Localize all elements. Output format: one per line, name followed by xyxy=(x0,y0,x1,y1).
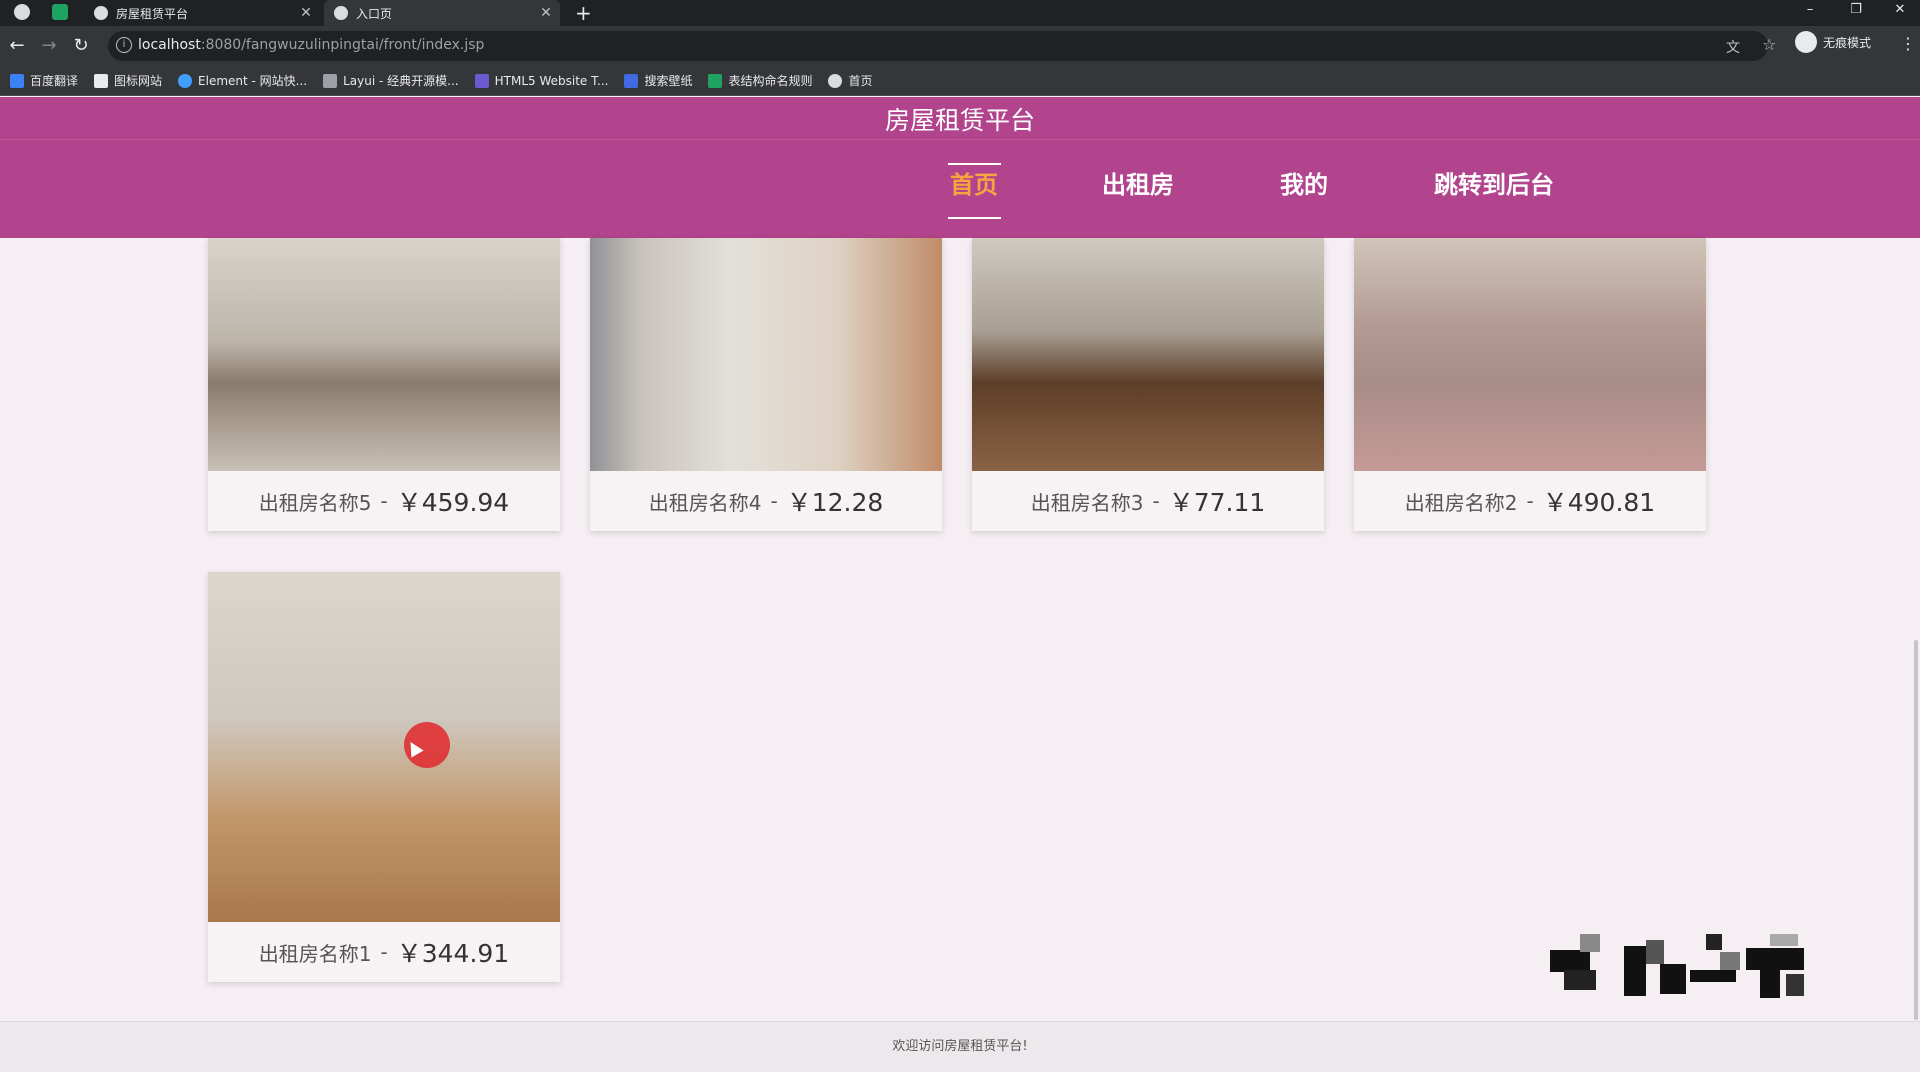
bookmark-item[interactable]: Element - 网站快... xyxy=(178,72,307,89)
listing-card[interactable]: 出租房名称2 - ￥490.81 xyxy=(1354,238,1706,531)
tab-title: 房屋租赁平台 xyxy=(116,6,189,21)
nav-mine[interactable]: 我的 xyxy=(1280,165,1328,200)
site-info-icon[interactable]: i xyxy=(116,37,132,53)
listing-separator: - xyxy=(380,940,388,964)
close-tab-icon[interactable]: ✕ xyxy=(296,5,316,21)
bookmark-label: HTML5 Website T... xyxy=(494,73,609,88)
more-menu-icon[interactable]: ⋮ xyxy=(1900,34,1916,53)
listing-price: ￥459.94 xyxy=(396,488,510,517)
site-footer: 欢迎访问房屋租赁平台! xyxy=(0,1021,1920,1072)
page-scrollbar[interactable] xyxy=(1914,640,1918,1020)
listing-price: ￥344.91 xyxy=(396,939,510,968)
chrome-menu-icon[interactable] xyxy=(14,4,30,20)
globe-icon xyxy=(94,6,108,20)
nav-admin[interactable]: 跳转到后台 xyxy=(1434,165,1554,200)
listing-caption: 出租房名称5 - ￥459.94 xyxy=(208,471,560,531)
bookmark-item[interactable]: 搜索壁纸 xyxy=(624,72,692,89)
listing-card[interactable]: 出租房名称3 - ￥77.11 xyxy=(972,238,1324,531)
star-icon[interactable]: ☆ xyxy=(1762,35,1776,54)
listing-card[interactable]: 出租房名称5 - ￥459.94 xyxy=(208,238,560,531)
restore-button[interactable]: ❐ xyxy=(1836,0,1876,22)
incognito-icon xyxy=(1795,31,1817,53)
active-nav-indicator-bottom xyxy=(948,217,1001,219)
listing-separator: - xyxy=(380,489,388,513)
listing-caption: 出租房名称4 - ￥12.28 xyxy=(590,471,942,531)
listing-price: ￥490.81 xyxy=(1542,488,1656,517)
url-path: :8080/fangwuzulinpingtai/front/index.jsp xyxy=(200,37,485,53)
bookmark-label: 首页 xyxy=(848,74,873,88)
bookmark-label: 搜索壁纸 xyxy=(644,74,693,88)
browser-tab-strip: 房屋租赁平台 ✕ 入口页 ✕ + – ❐ ✕ xyxy=(0,0,1920,26)
listing-caption: 出租房名称2 - ￥490.81 xyxy=(1354,471,1706,531)
translate-icon[interactable]: 文 xyxy=(1726,37,1740,57)
nav-rentals[interactable]: 出租房 xyxy=(1102,165,1174,200)
listing-photo[interactable] xyxy=(208,572,560,922)
bookmarks-bar: 百度翻译 图标网站 Element - 网站快... Layui - 经典开源模… xyxy=(0,66,1920,96)
bookmark-item[interactable]: 图标网站 xyxy=(94,72,162,89)
globe-icon xyxy=(828,73,843,88)
bookmark-item[interactable]: HTML5 Website T... xyxy=(474,73,609,88)
bookmark-item[interactable]: 表结构命名规则 xyxy=(708,72,812,89)
header-divider xyxy=(0,139,1920,140)
listing-separator: - xyxy=(770,489,778,513)
listing-name: 出租房名称1 xyxy=(258,941,372,966)
back-icon[interactable]: ← xyxy=(6,35,28,57)
site-header: 房屋租赁平台 首页 出租房 我的 跳转到后台 xyxy=(0,97,1920,238)
layui-icon xyxy=(323,73,338,88)
browser-toolbar: ← → ↻ i localhost:8080/fangwuzulinpingta… xyxy=(0,26,1920,66)
listing-separator: - xyxy=(1152,489,1160,513)
close-tab-icon[interactable]: ✕ xyxy=(536,5,556,21)
new-tab-button[interactable]: + xyxy=(575,1,592,25)
listing-separator: - xyxy=(1526,489,1534,513)
element-icon xyxy=(178,73,193,88)
listing-card[interactable]: 出租房名称1 - ￥344.91 xyxy=(208,572,560,982)
listing-price: ￥77.11 xyxy=(1168,488,1266,517)
minimize-button[interactable]: – xyxy=(1790,0,1830,22)
tab-title: 入口页 xyxy=(356,6,393,21)
listing-photo[interactable] xyxy=(1354,238,1706,471)
listing-card[interactable]: 出租房名称4 - ￥12.28 xyxy=(590,238,942,531)
incognito-profile[interactable]: 无痕模式 xyxy=(1795,31,1871,53)
bookmark-label: 图标网站 xyxy=(114,74,163,88)
address-bar[interactable]: i localhost:8080/fangwuzulinpingtai/fron… xyxy=(108,31,1776,61)
flag-icon xyxy=(94,73,109,88)
wallpaper-search-icon xyxy=(624,73,639,88)
profile-label: 无痕模式 xyxy=(1823,35,1872,50)
listing-name: 出租房名称4 xyxy=(648,490,762,515)
address-url[interactable]: localhost:8080/fangwuzulinpingtai/front/… xyxy=(138,37,484,53)
globe-icon xyxy=(334,6,348,20)
forward-icon[interactable]: → xyxy=(38,35,60,57)
reload-icon[interactable]: ↻ xyxy=(70,35,92,57)
bookmark-label: Layui - 经典开源模... xyxy=(343,74,459,88)
bookmark-label: 百度翻译 xyxy=(30,74,79,88)
bookmark-item[interactable]: Layui - 经典开源模... xyxy=(323,72,459,89)
bookmark-item[interactable]: 百度翻译 xyxy=(10,72,78,89)
bookmark-label: 表结构命名规则 xyxy=(728,74,813,88)
sheet-icon xyxy=(708,73,723,88)
tab-rental-platform[interactable]: 房屋租赁平台 ✕ xyxy=(84,0,320,26)
bookmark-label: Element - 网站快... xyxy=(198,74,308,88)
bookmark-item[interactable]: 首页 xyxy=(828,72,873,89)
listing-caption: 出租房名称1 - ￥344.91 xyxy=(208,922,560,982)
listing-photo[interactable] xyxy=(208,238,560,471)
sheets-tab-icon[interactable] xyxy=(52,4,68,20)
tab-entry-page[interactable]: 入口页 ✕ xyxy=(324,0,560,26)
listing-price: ￥12.28 xyxy=(786,488,884,517)
nav-home[interactable]: 首页 xyxy=(950,165,998,200)
listing-name: 出租房名称2 xyxy=(1404,490,1518,515)
baidu-translate-icon xyxy=(10,73,24,88)
site-title: 房屋租赁平台 xyxy=(884,106,1035,135)
listing-name: 出租房名称5 xyxy=(258,490,372,515)
listing-name: 出租房名称3 xyxy=(1030,490,1144,515)
url-host: localhost xyxy=(138,37,201,53)
pixelated-qr-code xyxy=(1550,934,1814,1004)
html5-template-icon xyxy=(474,73,489,88)
listing-photo[interactable] xyxy=(972,238,1324,471)
listing-photo[interactable] xyxy=(590,238,942,471)
listing-caption: 出租房名称3 - ￥77.11 xyxy=(972,471,1324,531)
close-window-button[interactable]: ✕ xyxy=(1880,0,1920,22)
